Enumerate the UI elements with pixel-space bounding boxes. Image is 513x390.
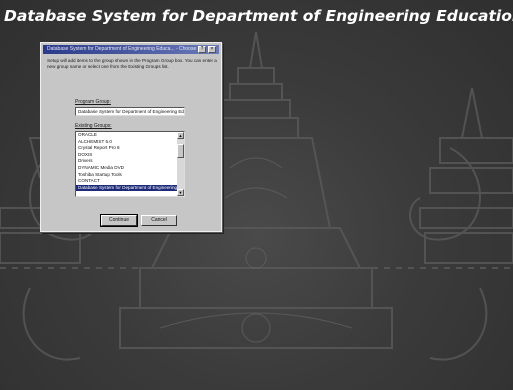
existing-groups-list[interactable]: ORACLE ALCHEMIST 5.0 Crystal Report Pro …	[75, 131, 185, 197]
existing-groups-label: Existing Groups:	[75, 123, 112, 129]
list-item[interactable]: Drivers	[76, 158, 178, 165]
list-item[interactable]: DYNAMIC Media DVD	[76, 165, 178, 172]
dialog-title: Database System for Department of Engine…	[47, 46, 197, 52]
list-item[interactable]: ORACLE	[76, 132, 178, 139]
continue-button[interactable]: Continue	[100, 214, 138, 227]
dialog-description: Setup will add items to the group shown …	[47, 58, 217, 69]
list-item[interactable]: Toshiba Startup Tools	[76, 172, 178, 179]
program-group-input[interactable]: Database System for Department of Engine…	[75, 107, 185, 116]
list-item[interactable]: Crystal Report Pro 8	[76, 145, 178, 152]
scroll-thumb[interactable]	[177, 144, 184, 158]
list-scrollbar[interactable]: ▲ ▼	[177, 132, 184, 196]
setup-screen: Database System for Department of Engine…	[0, 0, 513, 390]
dialog-titlebar[interactable]: Database System for Department of Engine…	[43, 45, 219, 54]
cancel-button[interactable]: Cancel	[141, 215, 177, 226]
close-button[interactable]: ×	[208, 46, 216, 53]
list-item[interactable]: ALCHEMIST 5.0	[76, 139, 178, 146]
help-button[interactable]: ?	[198, 46, 206, 53]
choose-program-group-dialog: Database System for Department of Engine…	[40, 42, 222, 232]
setup-title: Database System for Department of Engine…	[4, 7, 513, 25]
list-item-selected[interactable]: Database System for Department of Engine…	[76, 184, 178, 192]
program-group-label: Program Group:	[75, 99, 111, 105]
scroll-up-icon[interactable]: ▲	[177, 132, 184, 139]
scroll-down-icon[interactable]: ▼	[177, 189, 184, 196]
list-item[interactable]: CONTACT	[76, 178, 178, 185]
list-item[interactable]: DOXIS	[76, 152, 178, 159]
